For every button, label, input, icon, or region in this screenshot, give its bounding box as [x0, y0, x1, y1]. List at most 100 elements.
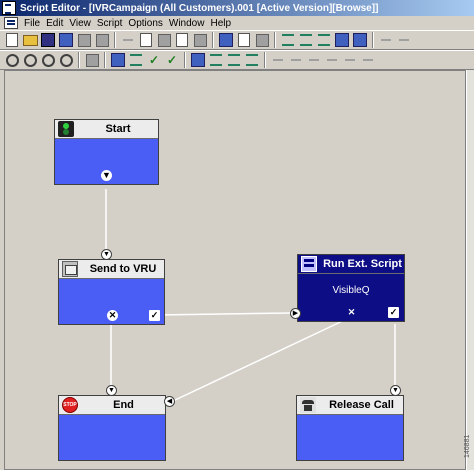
print-preview-button[interactable] — [94, 32, 110, 48]
node-release-call-label: Release Call — [329, 399, 394, 411]
browse-button[interactable] — [334, 32, 350, 48]
show-grid-button[interactable] — [84, 52, 100, 68]
validate-button[interactable]: ✓ — [146, 52, 162, 68]
toolbar-separator — [212, 32, 214, 48]
help-icon — [238, 33, 250, 47]
space-horizontal-icon — [273, 59, 283, 61]
script-canvas[interactable]: Start ▼ Send to VRU ✕ ✓ Run Ext. Script … — [4, 70, 466, 470]
monitor-button[interactable] — [352, 32, 368, 48]
space-vertical-button[interactable] — [288, 52, 304, 68]
new-document-icon — [6, 33, 18, 47]
title-bar: Script Editor - [IVRCampaign (All Custom… — [0, 0, 474, 16]
unlink-button[interactable] — [396, 32, 412, 48]
start-output-connector[interactable]: ▼ — [101, 170, 112, 181]
network-vru-button[interactable] — [316, 32, 332, 48]
run-ext-script-input-connector[interactable]: ▶ — [290, 308, 301, 319]
same-height-button[interactable] — [324, 52, 340, 68]
zoom-out-button[interactable] — [40, 52, 56, 68]
drawing-toolbar: ✓ ✓ — [0, 50, 474, 70]
menu-bar: File Edit View Script Options Window Hel… — [0, 16, 474, 30]
app-icon — [2, 1, 16, 15]
run-ext-script-failure-connector[interactable]: ✕ — [346, 307, 357, 318]
menu-options[interactable]: Options — [125, 18, 165, 29]
node-start[interactable]: Start ▼ — [54, 119, 159, 185]
cut-button[interactable] — [120, 32, 136, 48]
node-run-ext-script[interactable]: Run Ext. Script VisibleQ ✕ ✓ — [297, 254, 405, 322]
release-call-input-connector[interactable]: ▼ — [390, 385, 401, 396]
end-input-connector-right[interactable]: ◀ — [164, 396, 175, 407]
network-routing-button[interactable] — [298, 32, 314, 48]
save-all-button[interactable] — [58, 32, 74, 48]
node-end[interactable]: End — [58, 395, 166, 461]
open-button[interactable] — [22, 32, 38, 48]
toolbar-separator — [78, 52, 80, 68]
same-height-icon — [327, 59, 337, 61]
context-help-icon — [255, 33, 269, 47]
standard-toolbar — [0, 30, 474, 50]
toolbar-separator — [104, 52, 106, 68]
toolbar-separator — [274, 32, 276, 48]
zoom-in-button[interactable] — [22, 52, 38, 68]
align-top-icon — [246, 54, 258, 66]
properties-button[interactable] — [192, 32, 208, 48]
network-button[interactable] — [280, 32, 296, 48]
link-button[interactable] — [378, 32, 394, 48]
undo-button[interactable] — [174, 32, 190, 48]
send-to-vru-input-connector[interactable]: ▼ — [101, 249, 112, 260]
show-grid-icon — [85, 53, 99, 67]
same-size-icon — [345, 59, 355, 61]
undo-icon — [176, 33, 188, 47]
run-ext-script-success-connector[interactable]: ✓ — [388, 307, 399, 318]
same-size-button[interactable] — [342, 52, 358, 68]
new-script-button[interactable] — [4, 32, 20, 48]
node-end-header: End — [59, 396, 165, 415]
save-disk-icon — [41, 33, 55, 47]
align-left-button[interactable] — [190, 52, 206, 68]
document-menu-icon[interactable] — [4, 17, 18, 29]
node-send-to-vru[interactable]: Send to VRU ✕ ✓ — [58, 259, 165, 325]
telephone-icon — [300, 397, 316, 413]
network-icon — [282, 34, 294, 46]
menu-edit[interactable]: Edit — [43, 18, 66, 29]
node-release-call[interactable]: Release Call — [296, 395, 404, 461]
menu-script[interactable]: Script — [94, 18, 126, 29]
context-help-button[interactable] — [254, 32, 270, 48]
unlink-icon — [399, 39, 409, 41]
center-button[interactable] — [360, 52, 376, 68]
align-center-button[interactable] — [208, 52, 224, 68]
menu-view[interactable]: View — [66, 18, 94, 29]
same-width-button[interactable] — [306, 52, 322, 68]
edit-node-button[interactable] — [110, 52, 126, 68]
end-input-connector-top[interactable]: ▼ — [106, 385, 117, 396]
connect-icon — [130, 54, 142, 66]
align-top-button[interactable] — [244, 52, 260, 68]
align-right-button[interactable] — [226, 52, 242, 68]
node-run-ext-script-sublabel: VisibleQ — [332, 285, 370, 296]
connect-button[interactable] — [128, 52, 144, 68]
zoom-select-button[interactable] — [58, 52, 74, 68]
validate-all-button[interactable]: ✓ — [164, 52, 180, 68]
menu-help[interactable]: Help — [207, 18, 234, 29]
toolbar-separator — [114, 32, 116, 48]
paste-button[interactable] — [156, 32, 172, 48]
validate-all-check-icon: ✓ — [166, 53, 178, 67]
space-horizontal-button[interactable] — [270, 52, 286, 68]
print-button[interactable] — [76, 32, 92, 48]
copy-button[interactable] — [138, 32, 154, 48]
zoom-in-icon — [23, 53, 37, 67]
paste-icon — [157, 33, 171, 47]
save-button[interactable] — [40, 32, 56, 48]
menu-file[interactable]: File — [21, 18, 43, 29]
help-button[interactable] — [236, 32, 252, 48]
zoom-fit-button[interactable] — [4, 52, 20, 68]
send-to-vru-failure-connector[interactable]: ✕ — [107, 310, 118, 321]
open-folder-icon — [22, 34, 38, 46]
node-release-call-header: Release Call — [297, 396, 403, 415]
grid-button[interactable] — [218, 32, 234, 48]
node-run-ext-script-label: Run Ext. Script — [323, 258, 402, 270]
send-to-vru-success-connector[interactable]: ✓ — [149, 310, 160, 321]
copy-icon — [140, 33, 152, 47]
align-left-icon — [191, 53, 205, 67]
menu-window[interactable]: Window — [166, 18, 208, 29]
monitor-icon — [353, 33, 367, 47]
